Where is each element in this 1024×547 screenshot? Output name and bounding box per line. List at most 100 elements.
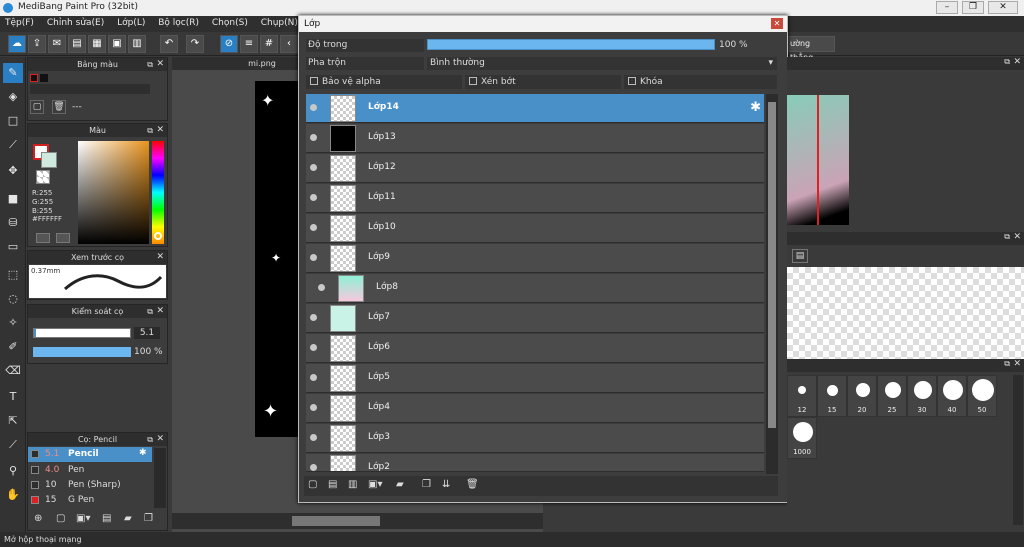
- parallel-snap-icon[interactable]: ≡: [240, 35, 258, 53]
- operation-tool-icon[interactable]: ⇱: [3, 411, 23, 431]
- document-icon[interactable]: ▦: [88, 35, 106, 53]
- straight-line-button[interactable]: ường thẳng: [787, 36, 835, 62]
- folder-icon[interactable]: ▰: [124, 513, 132, 524]
- visibility-icon[interactable]: [310, 374, 317, 381]
- close-icon[interactable]: ✕: [156, 251, 164, 264]
- visibility-icon[interactable]: [310, 434, 317, 441]
- undo-icon[interactable]: ↶: [160, 35, 178, 53]
- menu-capture[interactable]: Chụp(N): [256, 16, 303, 28]
- pen-tool-icon[interactable]: ✎: [3, 63, 23, 83]
- layer-row-14[interactable]: Lớp14 ✱: [306, 94, 764, 123]
- restore-button[interactable]: ❐: [962, 1, 984, 14]
- lock-checkbox[interactable]: Khóa: [624, 75, 777, 89]
- visibility-icon[interactable]: [310, 254, 317, 261]
- popout-icon[interactable]: ⧉: [1004, 57, 1010, 67]
- layer-settings-icon[interactable]: ▤: [792, 249, 808, 263]
- layer-row-11[interactable]: Lớp11: [306, 184, 764, 213]
- saturation-value-picker[interactable]: [78, 141, 149, 244]
- visibility-icon[interactable]: [310, 104, 317, 111]
- clipping-checkbox[interactable]: Xén bớt: [465, 75, 621, 89]
- hue-handle[interactable]: [154, 232, 162, 240]
- lasso-icon[interactable]: ◌: [3, 289, 23, 309]
- text-tool-icon[interactable]: T: [3, 387, 23, 407]
- navigator-preview[interactable]: [787, 95, 849, 225]
- minimize-button[interactable]: –: [936, 1, 958, 14]
- fill-shape-icon[interactable]: ■: [3, 189, 23, 209]
- popout-icon[interactable]: ⧉: [1004, 359, 1010, 369]
- brush-size-1000[interactable]: 1000: [787, 417, 817, 459]
- close-icon[interactable]: ✕: [156, 124, 164, 137]
- dot-tool-icon[interactable]: □: [3, 111, 23, 131]
- delete-layer-icon[interactable]: 🗑: [466, 479, 479, 490]
- move-tool-icon[interactable]: ✥: [3, 161, 23, 181]
- brush-size-50[interactable]: 50: [967, 375, 997, 417]
- brush-item-pen-sharp[interactable]: 10 Pen (Sharp): [28, 478, 152, 493]
- brush-size-20[interactable]: 20: [847, 375, 877, 417]
- gradient-tool-icon[interactable]: ▭: [3, 237, 23, 257]
- bucket-tool-icon[interactable]: ⛁: [3, 213, 23, 233]
- layer-row-9[interactable]: Lớp9: [306, 244, 764, 273]
- menu-select[interactable]: Chọn(S): [207, 16, 253, 28]
- layer-scrollbar[interactable]: [766, 94, 778, 474]
- select-eraser-icon[interactable]: ⌫: [3, 361, 23, 381]
- visibility-icon[interactable]: [310, 224, 317, 231]
- artwork[interactable]: ✦ ✦ ✦: [255, 81, 301, 437]
- popout-icon[interactable]: ⧉: [1004, 232, 1010, 242]
- magic-wand-icon[interactable]: ✧: [3, 313, 23, 333]
- color-picker-icon[interactable]: [56, 233, 70, 243]
- brush-menu-icon[interactable]: ▣▾: [76, 513, 90, 524]
- hue-slider[interactable]: [152, 141, 164, 244]
- brush-size-40[interactable]: 40: [937, 375, 967, 417]
- color-add-icon[interactable]: [36, 233, 50, 243]
- brush-size-scrollbar[interactable]: [1013, 375, 1023, 525]
- close-icon[interactable]: ✕: [771, 18, 783, 29]
- brush-size-30[interactable]: 30: [907, 375, 937, 417]
- palette-swatch-black[interactable]: [40, 74, 48, 82]
- layer-row-12[interactable]: Lớp12: [306, 154, 764, 183]
- scroll-thumb[interactable]: [292, 516, 380, 526]
- divide-tool-icon[interactable]: ⟋: [3, 435, 23, 455]
- layer-row-8[interactable]: Lớp8: [306, 274, 764, 303]
- folder-icon[interactable]: ▰: [396, 479, 404, 490]
- menu-layer[interactable]: Lớp(L): [112, 16, 150, 28]
- brush-size-12[interactable]: 12: [787, 375, 817, 417]
- new-8bit-layer-icon[interactable]: ▥: [348, 479, 357, 490]
- share-icon[interactable]: ⇪: [28, 35, 46, 53]
- popout-icon[interactable]: ⧉: [147, 58, 153, 71]
- visibility-icon[interactable]: [318, 284, 325, 291]
- duplicate-layer-icon[interactable]: ❐: [422, 479, 431, 490]
- layer-row-7[interactable]: Lớp7: [306, 304, 764, 333]
- protect-alpha-checkbox[interactable]: Bảo vệ alpha: [306, 75, 462, 89]
- brush-blur-icon[interactable]: ⟋: [3, 135, 23, 155]
- opacity-slider[interactable]: [33, 347, 131, 357]
- layer-row-2[interactable]: Lớp2: [306, 454, 764, 472]
- new-halftone-layer-icon[interactable]: ▤: [328, 479, 337, 490]
- transparent-color-swatch[interactable]: [36, 170, 50, 184]
- brush-size-25[interactable]: 25: [877, 375, 907, 417]
- visibility-icon[interactable]: [310, 194, 317, 201]
- gear-icon[interactable]: ✱: [750, 100, 761, 115]
- select-rect-icon[interactable]: ⬚: [3, 265, 23, 285]
- radial-snap-icon[interactable]: ‹: [280, 35, 298, 53]
- sub-color-swatch[interactable]: [41, 152, 57, 168]
- new-palette-icon[interactable]: ▢: [30, 100, 44, 114]
- layer-row-5[interactable]: Lớp5: [306, 364, 764, 393]
- palette-swatch[interactable]: [30, 74, 38, 82]
- brush-file-icon[interactable]: ▤: [102, 513, 111, 524]
- select-pen-icon[interactable]: ✐: [3, 337, 23, 357]
- gear-icon[interactable]: ✱: [139, 448, 147, 458]
- layout-icon[interactable]: ▥: [128, 35, 146, 53]
- close-icon[interactable]: ✕: [156, 433, 164, 446]
- layer-row-10[interactable]: Lớp10: [306, 214, 764, 243]
- close-icon[interactable]: ✕: [156, 58, 164, 71]
- layer-row-13[interactable]: Lớp13: [306, 124, 764, 153]
- popout-icon[interactable]: ⧉: [147, 433, 153, 446]
- brush-item-g-pen[interactable]: 15 G Pen: [28, 493, 152, 508]
- close-icon[interactable]: ✕: [1013, 57, 1021, 67]
- layer-opacity-slider[interactable]: [427, 39, 715, 50]
- popout-icon[interactable]: ⧉: [147, 305, 153, 318]
- horizontal-scrollbar[interactable]: [172, 513, 543, 529]
- menu-file[interactable]: Tệp(F): [0, 16, 39, 28]
- eraser-tool-icon[interactable]: ◈: [3, 87, 23, 107]
- add-layer-menu-icon[interactable]: ▣▾: [368, 479, 382, 490]
